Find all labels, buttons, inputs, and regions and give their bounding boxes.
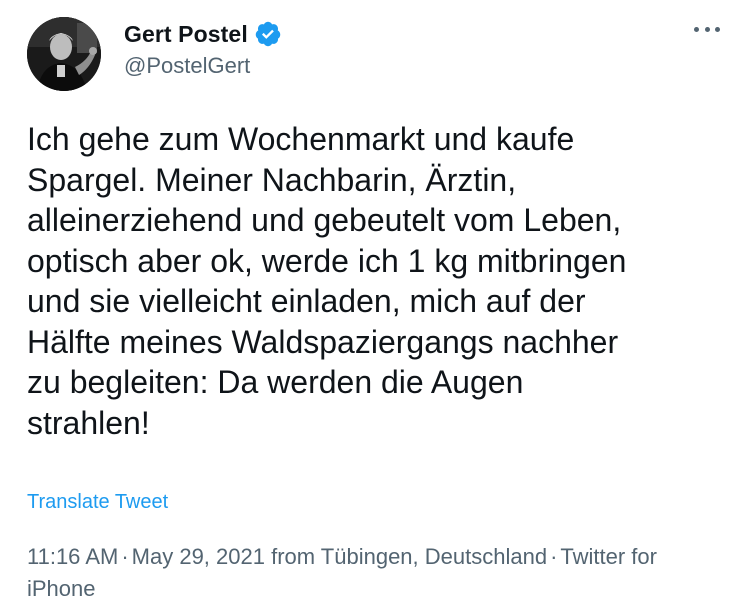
- verified-badge-icon: [254, 20, 282, 48]
- more-dot: [715, 26, 720, 32]
- author-handle[interactable]: @PostelGert: [124, 53, 250, 79]
- translate-tweet-link[interactable]: Translate Tweet: [27, 491, 168, 514]
- author-name-row[interactable]: Gert Postel: [124, 18, 282, 50]
- more-dot: [704, 26, 710, 32]
- tweet-date[interactable]: May 29, 2021: [132, 544, 265, 569]
- author-avatar[interactable]: [27, 17, 101, 91]
- tweet-card: Gert Postel @PostelGert Ich gehe zum Woc…: [0, 0, 750, 616]
- more-options-icon[interactable]: [694, 18, 720, 40]
- tweet-time[interactable]: 11:16 AM: [27, 544, 118, 569]
- tweet-location: from Tübingen, Deutschland: [271, 544, 548, 569]
- meta-separator: ·: [121, 544, 129, 569]
- author-display-name[interactable]: Gert Postel: [124, 21, 248, 48]
- more-dot: [694, 26, 699, 32]
- meta-separator: ·: [550, 544, 558, 569]
- tweet-text: Ich gehe zum Wochenmarkt und kaufe Sparg…: [27, 121, 627, 441]
- avatar-photo-icon: [27, 17, 101, 91]
- tweet-metadata: 11:16 AM · May 29, 2021 from Tübingen, Deu…: [27, 541, 717, 605]
